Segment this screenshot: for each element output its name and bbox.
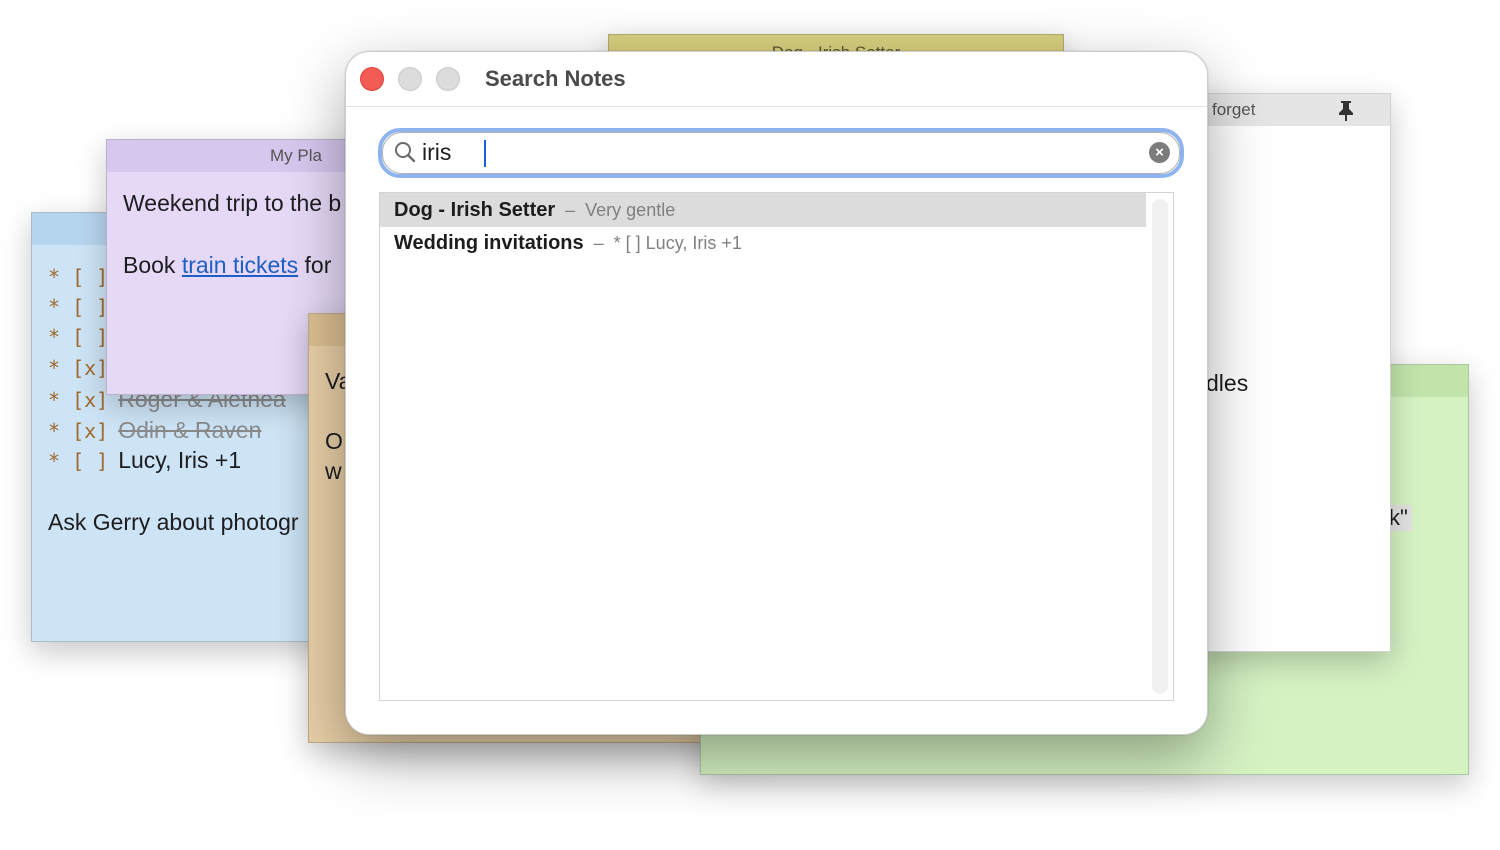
note-dont-forget[interactable]: forget dles	[1193, 93, 1391, 652]
note-body-text: w	[325, 458, 342, 484]
clear-search-icon[interactable]: ×	[1149, 142, 1170, 163]
checkbox-marker[interactable]: * [ ]	[48, 265, 108, 289]
result-title: Dog - Irish Setter	[394, 198, 556, 221]
note-body-text: for	[298, 252, 332, 278]
note-title: forget	[1212, 100, 1256, 119]
result-snippet: Very gentle	[585, 199, 676, 220]
checkbox-marker[interactable]: * [ ]	[48, 295, 108, 319]
train-tickets-link[interactable]: train tickets	[182, 252, 298, 278]
note-body-text: dles	[1206, 370, 1249, 396]
search-results-list[interactable]: Dog - Irish Setter – Very gentle Wedding…	[379, 192, 1174, 701]
checkbox-marker[interactable]: * [x]	[48, 388, 108, 412]
pushpin-icon[interactable]	[1338, 100, 1354, 128]
search-notes-dialog: Search Notes × Dog - Irish Setter – Very…	[345, 51, 1208, 735]
note-body-text: Book	[123, 252, 182, 278]
note-body-text: Weekend trip to the b	[123, 190, 342, 216]
result-title: Wedding invitations	[394, 231, 584, 254]
checklist-item[interactable]: * [ ] Lucy, Iris +1	[48, 447, 241, 474]
checklist-item[interactable]: * [ ]	[48, 325, 108, 349]
checkbox-marker[interactable]: * [x]	[48, 356, 108, 380]
dialog-titlebar[interactable]: Search Notes	[346, 52, 1207, 107]
checkbox-marker[interactable]: * [x]	[48, 419, 108, 443]
search-input[interactable]	[422, 137, 1122, 167]
checklist-item[interactable]: * [ ]	[48, 265, 108, 289]
checkbox-marker[interactable]: * [ ]	[48, 325, 108, 349]
result-snippet: * [ ] Lucy, Iris +1	[613, 232, 742, 253]
search-icon	[395, 142, 416, 163]
zoom-button[interactable]	[436, 67, 460, 91]
checklist-text: Odin & Raven	[118, 417, 262, 443]
result-separator: –	[565, 199, 576, 220]
minimize-button[interactable]	[398, 67, 422, 91]
note-title: My Pla	[270, 146, 322, 165]
dialog-title: Search Notes	[485, 66, 626, 91]
note-body-line: Book train tickets for	[123, 252, 331, 279]
close-button[interactable]	[360, 67, 384, 91]
note-titlebar[interactable]: forget	[1194, 94, 1390, 126]
note-body-text: O	[325, 428, 343, 454]
note-body-text: Ask Gerry about photogr	[48, 509, 299, 535]
results-scrollbar[interactable]	[1152, 199, 1168, 694]
checklist-item[interactable]: * [ ]	[48, 295, 108, 319]
search-field-wrapper[interactable]: ×	[378, 128, 1184, 178]
checklist-text: Lucy, Iris +1	[118, 447, 242, 473]
checklist-item[interactable]: * [x]	[48, 356, 108, 380]
search-result-row[interactable]: Dog - Irish Setter – Very gentle	[380, 193, 1146, 227]
checklist-item[interactable]: * [x] Odin & Raven	[48, 417, 261, 444]
checkbox-marker[interactable]: * [ ]	[48, 449, 108, 473]
search-result-row[interactable]: Wedding invitations – * [ ] Lucy, Iris +…	[380, 226, 1146, 260]
result-separator: –	[593, 232, 604, 253]
text-caret	[484, 140, 486, 167]
